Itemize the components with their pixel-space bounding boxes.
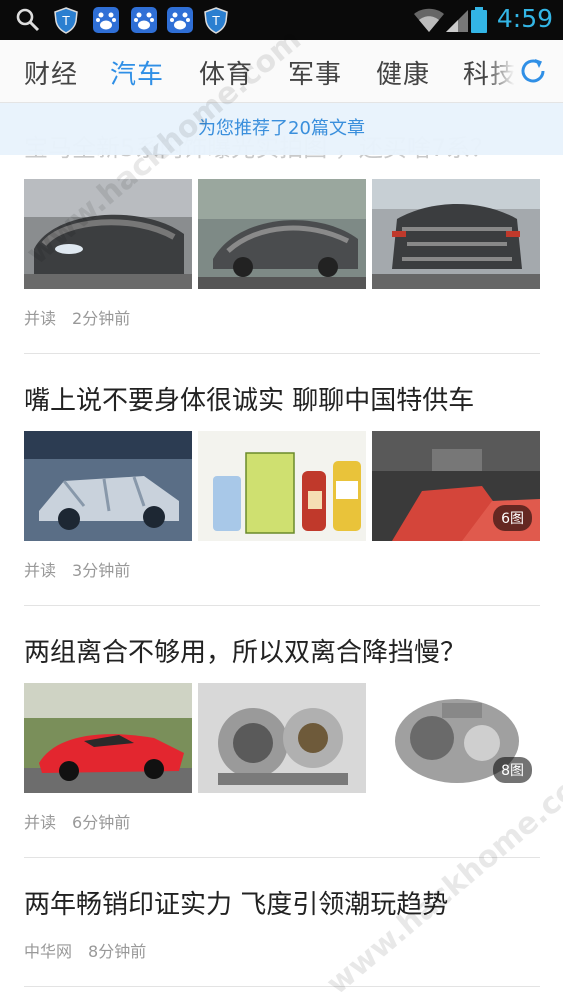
refresh-icon[interactable] bbox=[517, 55, 549, 87]
article-title[interactable]: 嘴上说不要身体很诚实 聊聊中国特供车 bbox=[24, 380, 540, 417]
signal-icon bbox=[446, 10, 468, 32]
svg-text:T: T bbox=[211, 14, 220, 28]
tab-military[interactable]: 军事 bbox=[288, 54, 342, 91]
article-time: 3分钟前 bbox=[72, 561, 131, 580]
tab-auto[interactable]: 汽车 bbox=[110, 54, 164, 91]
divider bbox=[24, 605, 540, 606]
baidu-paw-icon bbox=[167, 7, 193, 33]
article-thumbnail[interactable] bbox=[198, 179, 366, 289]
article-thumbnail[interactable] bbox=[198, 431, 366, 541]
article-source: 并读 bbox=[24, 813, 57, 832]
article-meta: 并读 2分钟前 bbox=[24, 305, 146, 329]
article-card[interactable]: 两组离合不够用，所以双离合降挡慢？ bbox=[24, 632, 540, 669]
shield-app-icon: T bbox=[204, 7, 228, 34]
svg-text:T: T bbox=[61, 14, 70, 28]
tab-health[interactable]: 健康 bbox=[376, 54, 430, 91]
article-thumbnail[interactable] bbox=[198, 683, 366, 793]
article-meta: 并读 3分钟前 bbox=[24, 557, 146, 581]
article-thumbnails[interactable]: 8图 bbox=[24, 683, 540, 793]
battery-icon bbox=[471, 7, 487, 33]
divider bbox=[24, 353, 540, 354]
article-time: 8分钟前 bbox=[88, 942, 147, 961]
article-thumbnail[interactable] bbox=[372, 179, 540, 289]
image-count-badge: 8图 bbox=[493, 757, 532, 783]
article-source: 中华网 bbox=[24, 942, 73, 961]
article-card[interactable]: 嘴上说不要身体很诚实 聊聊中国特供车 bbox=[24, 380, 540, 417]
article-thumbnails[interactable]: 6图 bbox=[24, 431, 540, 541]
image-count-badge: 6图 bbox=[493, 505, 532, 531]
article-time: 2分钟前 bbox=[72, 309, 131, 328]
article-time: 6分钟前 bbox=[72, 813, 131, 832]
article-meta: 并读 6分钟前 bbox=[24, 809, 146, 833]
baidu-paw-icon bbox=[131, 7, 157, 33]
status-time: 4:59 bbox=[496, 4, 553, 33]
shield-app-icon: T bbox=[54, 7, 78, 34]
wifi-icon bbox=[414, 8, 444, 32]
article-thumbnail[interactable] bbox=[24, 431, 192, 541]
tab-finance[interactable]: 财经 bbox=[24, 54, 78, 91]
article-source: 并读 bbox=[24, 561, 57, 580]
baidu-paw-icon bbox=[93, 7, 119, 33]
divider bbox=[24, 986, 540, 987]
search-icon bbox=[16, 8, 40, 32]
recommend-banner: 为您推荐了20篇文章 bbox=[0, 103, 563, 155]
article-meta: 中华网 8分钟前 bbox=[24, 938, 162, 962]
article-source: 并读 bbox=[24, 309, 57, 328]
article-title[interactable]: 两组离合不够用，所以双离合降挡慢？ bbox=[24, 632, 540, 669]
article-thumbnail[interactable] bbox=[24, 683, 192, 793]
